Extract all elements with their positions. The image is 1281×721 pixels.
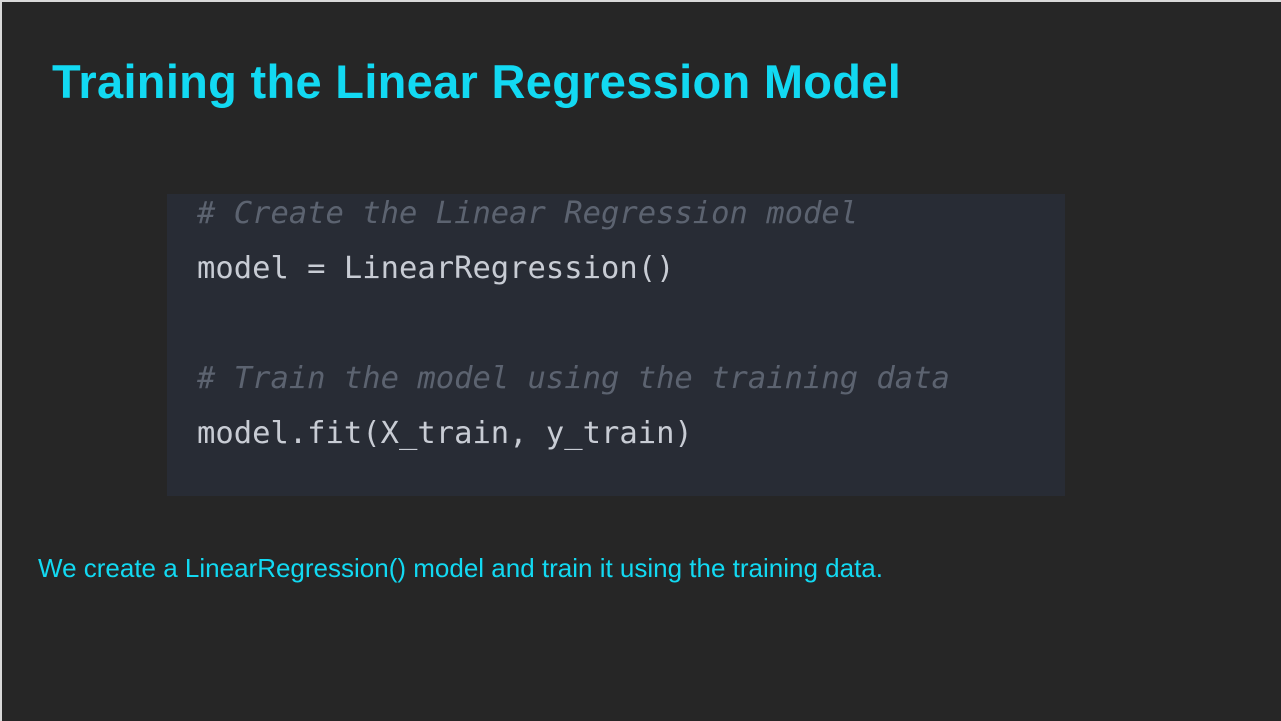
slide-title: Training the Linear Regression Model	[52, 55, 902, 108]
code-comment: # Create the Linear Regression model	[197, 196, 859, 231]
code-line: model.fit(X_train, y_train)	[197, 416, 693, 451]
code-line: model = LinearRegression()	[197, 251, 675, 286]
code-comment: # Train the model using the training dat…	[197, 361, 950, 396]
slide: Training the Linear Regression Model # C…	[2, 2, 1281, 721]
code-block: # Create the Linear Regression model mod…	[167, 194, 1065, 496]
slide-description: We create a LinearRegression() model and…	[38, 553, 883, 583]
